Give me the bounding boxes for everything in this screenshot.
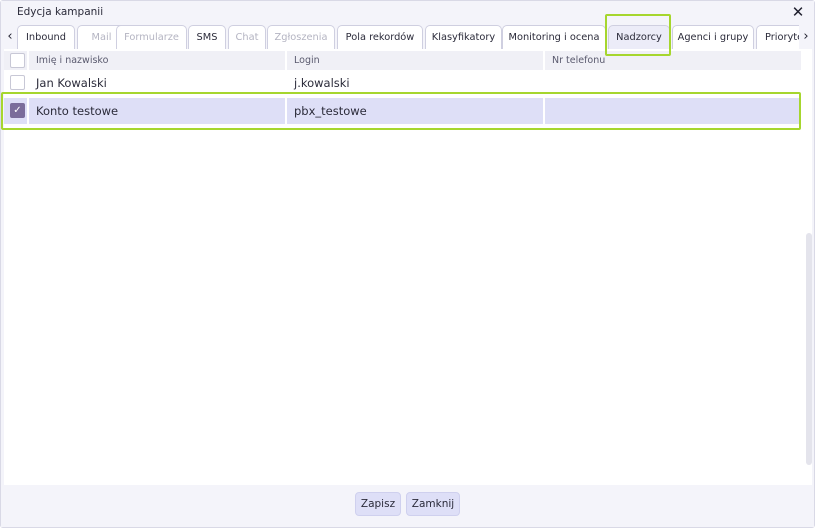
- vertical-scrollbar[interactable]: [806, 233, 812, 465]
- cell-phone: [545, 98, 801, 124]
- cell-name: Konto testowe: [29, 98, 285, 124]
- chevron-left-icon[interactable]: ‹: [4, 27, 16, 47]
- tab-inbound[interactable]: Inbound: [17, 25, 75, 49]
- select-all-checkbox[interactable]: [10, 53, 25, 68]
- close-button[interactable]: Zamknij: [406, 492, 460, 516]
- tab-chat[interactable]: Chat: [228, 25, 266, 49]
- tab-pola-rekordow[interactable]: Pola rekordów: [337, 25, 423, 49]
- row-checkbox[interactable]: [10, 75, 25, 90]
- cell-name: Jan Kowalski: [36, 76, 107, 90]
- tab-sms[interactable]: SMS: [188, 25, 226, 49]
- close-icon[interactable]: ✕: [791, 4, 805, 20]
- chevron-right-icon[interactable]: ›: [800, 27, 812, 47]
- cell-login: pbx_testowe: [287, 98, 543, 124]
- cell-phone: [545, 70, 801, 96]
- tab-nadzorcy[interactable]: Nadzorcy: [608, 25, 670, 49]
- select-all-cell: [4, 51, 27, 70]
- save-button[interactable]: Zapisz: [355, 492, 401, 516]
- supervisors-panel: Imię i nazwisko Login Nr telefonu Jan Ko…: [4, 49, 812, 485]
- table-row-selected[interactable]: ✓ Konto testowe pbx_testowe: [4, 98, 804, 124]
- cell-login: j.kowalski: [294, 76, 350, 90]
- dialog-titlebar: Edycja kampanii ✕: [1, 1, 814, 25]
- checkmark-icon[interactable]: ✓: [10, 103, 25, 118]
- table-header: Imię i nazwisko Login Nr telefonu: [4, 49, 804, 71]
- dialog-footer: Zapisz Zamknij: [1, 485, 814, 527]
- tab-monitoring[interactable]: Monitoring i ocena: [502, 25, 606, 49]
- column-header-phone[interactable]: Nr telefonu: [545, 51, 801, 70]
- tab-priorytety[interactable]: Prioryte: [756, 25, 799, 49]
- dialog-title: Edycja kampanii: [17, 6, 104, 18]
- campaign-edit-dialog: Edycja kampanii ✕ ‹ Inbound Mail Formula…: [0, 0, 815, 528]
- column-header-login[interactable]: Login: [287, 51, 543, 70]
- column-header-name[interactable]: Imię i nazwisko: [29, 51, 285, 70]
- tab-zgloszenia[interactable]: Zgłoszenia: [267, 25, 335, 49]
- tab-bar: ‹ Inbound Mail Formularze SMS Chat Zgłos…: [1, 25, 814, 49]
- row-checkbox-cell: ✓: [4, 98, 27, 124]
- tab-formularze[interactable]: Formularze: [116, 25, 187, 49]
- tab-strip: Inbound Mail Formularze SMS Chat Zgłosze…: [17, 25, 799, 49]
- table-row[interactable]: Jan Kowalski j.kowalski: [4, 70, 804, 96]
- tab-klasyfikatory[interactable]: Klasyfikatory: [425, 25, 502, 49]
- tab-agenci-i-grupy[interactable]: Agenci i grupy: [672, 25, 754, 49]
